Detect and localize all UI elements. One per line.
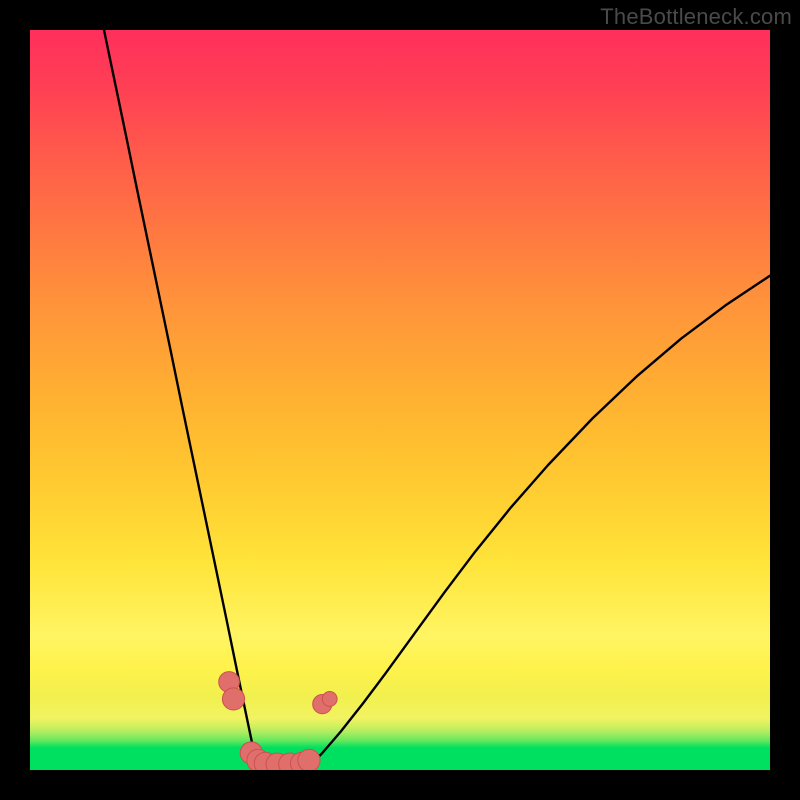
curve-layer (30, 30, 770, 770)
data-marker (222, 688, 244, 710)
data-marker (298, 749, 320, 770)
outer-frame: TheBottleneck.com (0, 0, 800, 800)
bottleneck-curve (104, 30, 770, 769)
data-marker (322, 692, 337, 707)
plot-area (30, 30, 770, 770)
watermark-text: TheBottleneck.com (600, 4, 792, 30)
